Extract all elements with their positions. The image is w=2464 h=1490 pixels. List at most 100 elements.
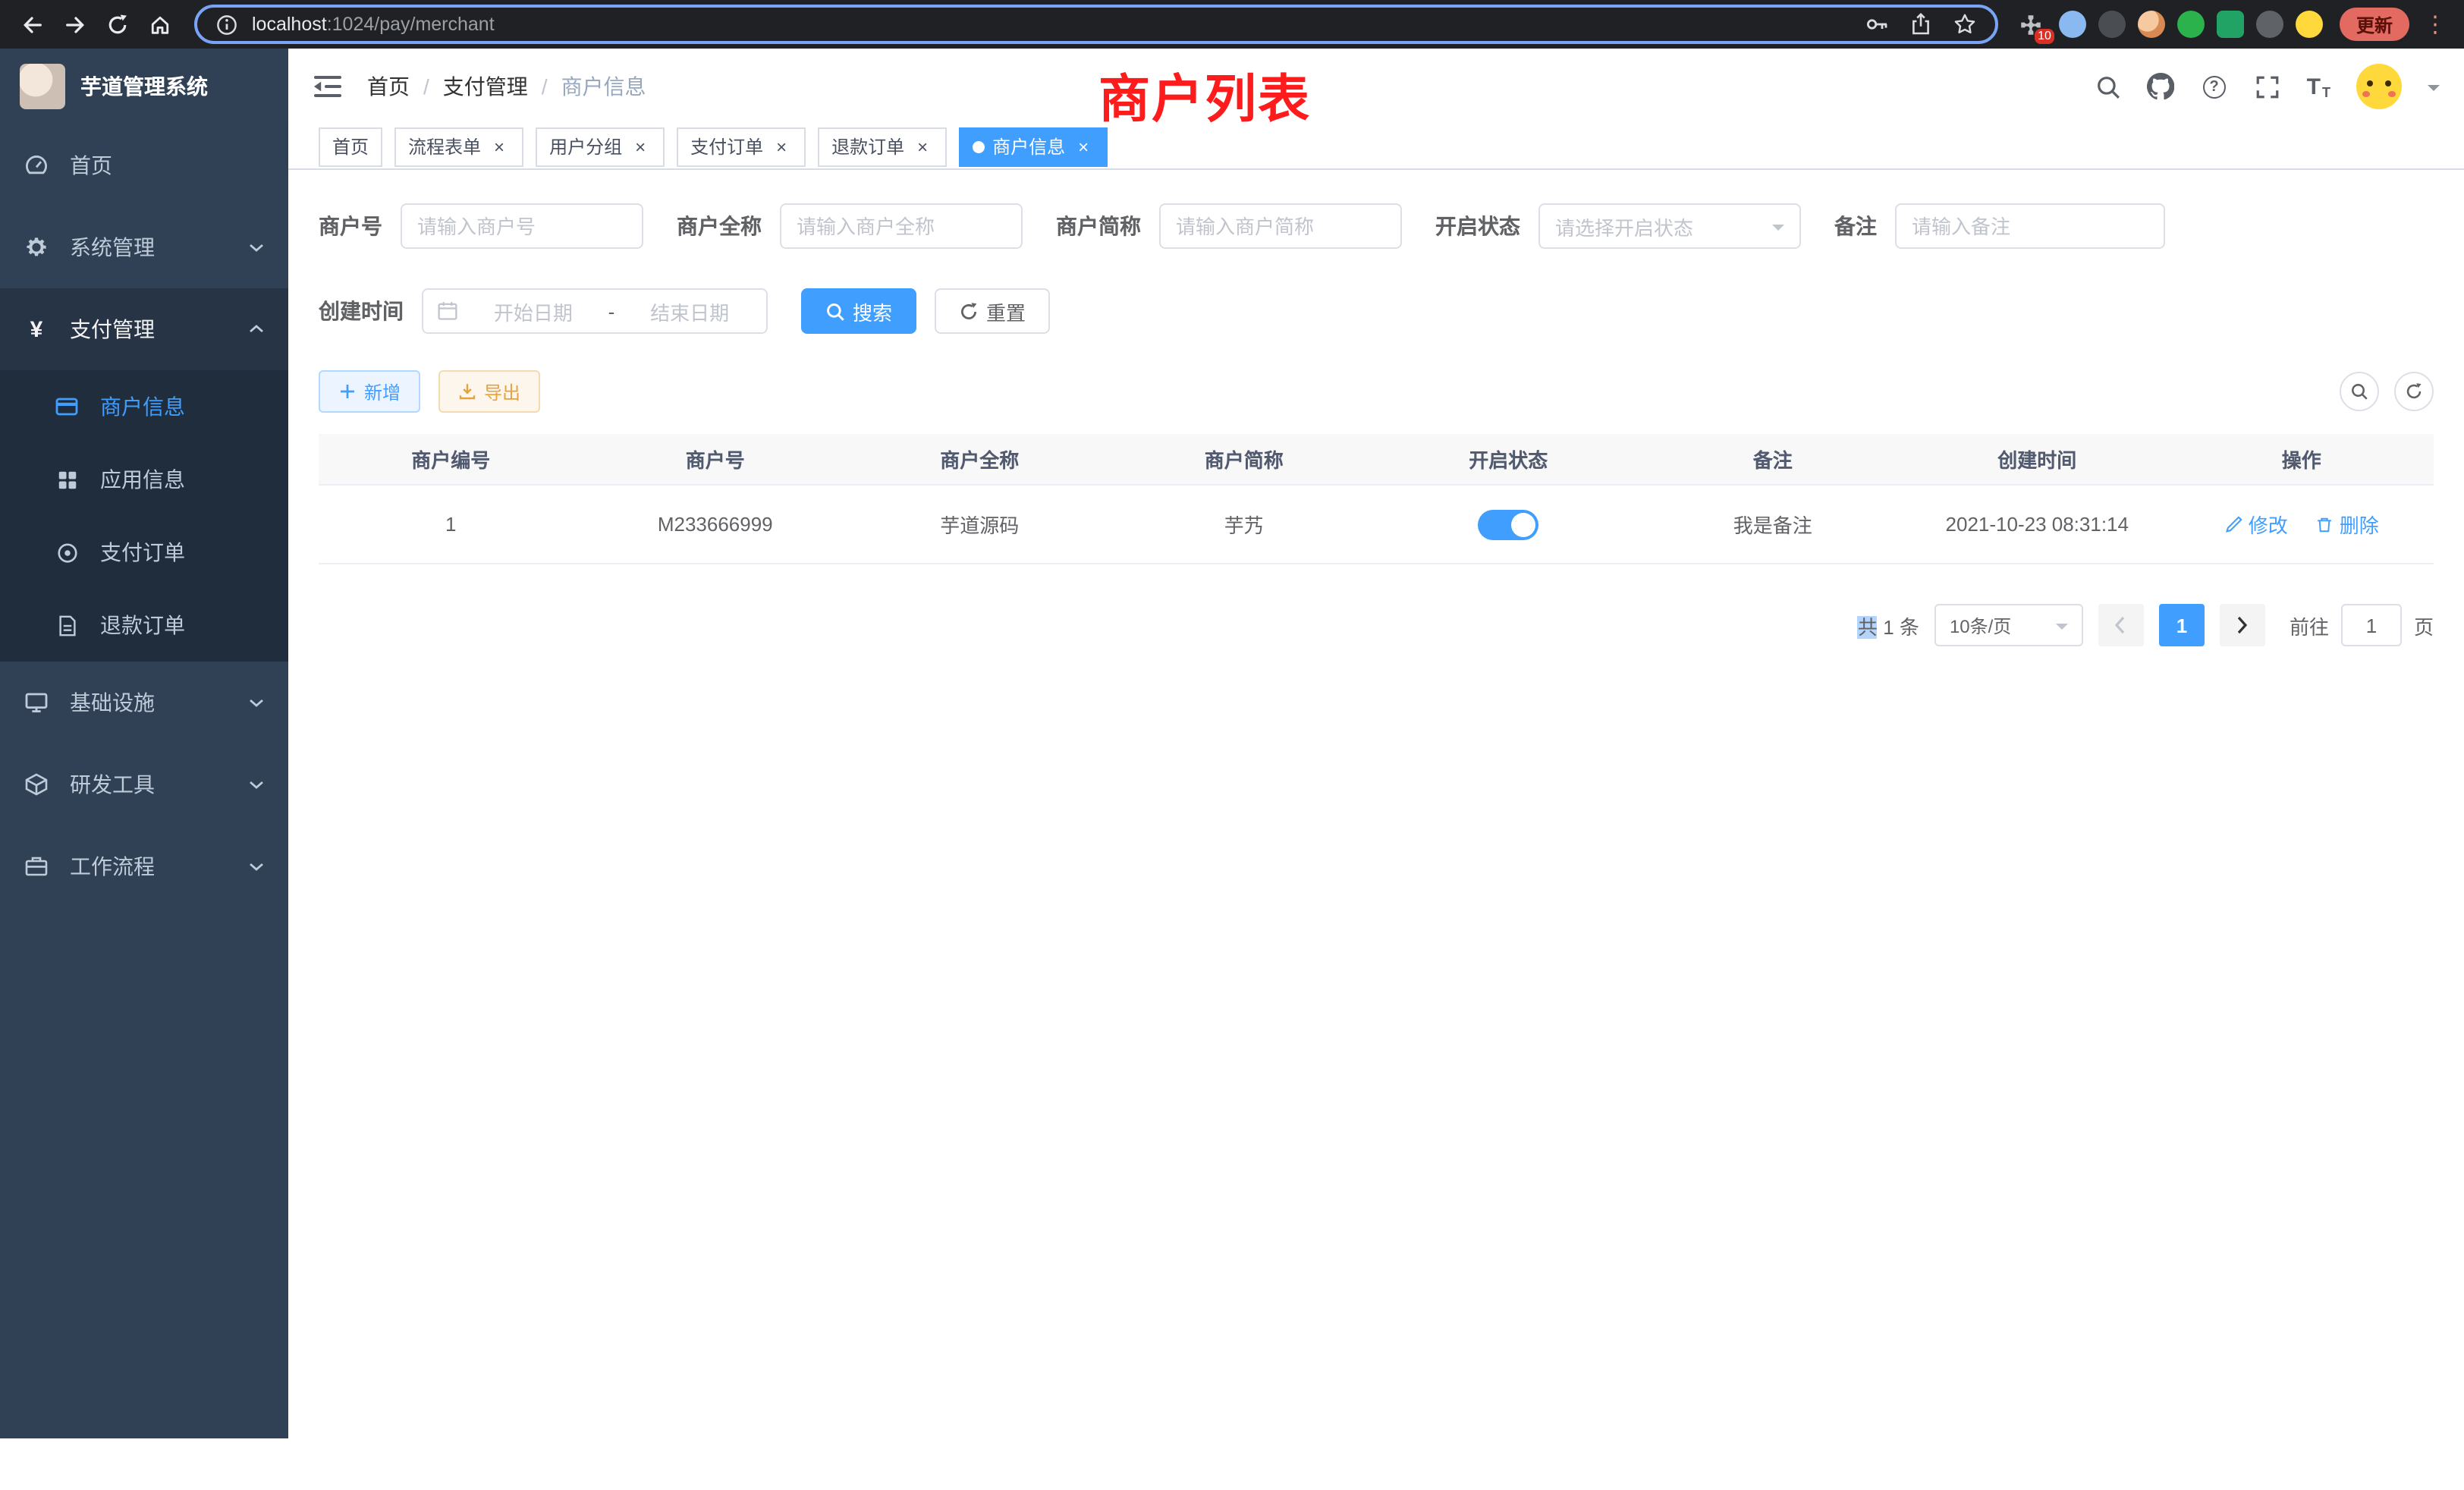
close-icon[interactable]: × xyxy=(630,136,651,157)
dashboard-icon xyxy=(24,153,49,178)
sidebar-item-label: 退款订单 xyxy=(100,610,185,640)
reset-button[interactable]: 重置 xyxy=(935,288,1050,334)
browser-back-button[interactable] xyxy=(12,5,52,44)
tab-user-group[interactable]: 用户分组× xyxy=(536,127,665,166)
filter-remark: 备注 xyxy=(1834,203,2165,249)
sidebar-item-workflow[interactable]: 工作流程 xyxy=(0,825,288,907)
hamburger-icon[interactable] xyxy=(313,71,343,102)
browser-forward-button[interactable] xyxy=(55,5,94,44)
full-name-input[interactable] xyxy=(780,203,1023,249)
delete-icon xyxy=(2315,515,2334,533)
page-size-select[interactable]: 10条/页 xyxy=(1934,604,2083,646)
avatar-caret-icon[interactable] xyxy=(2428,84,2440,96)
extension-icon-green-square[interactable] xyxy=(2217,11,2244,38)
logo[interactable]: 芋道管理系统 xyxy=(0,49,288,124)
sidebar-item-payment[interactable]: ¥ 支付管理 xyxy=(0,288,288,370)
font-size-icon[interactable]: TT xyxy=(2307,74,2330,99)
question-icon: ? xyxy=(2203,75,2226,98)
home-icon xyxy=(148,13,171,36)
goto-label: 前往 xyxy=(2290,611,2329,640)
sidebar-item-refund-order[interactable]: 退款订单 xyxy=(0,589,288,662)
avatar-cheek xyxy=(2362,91,2370,97)
github-icon[interactable] xyxy=(2148,73,2175,100)
extension-icon-emoji[interactable] xyxy=(2296,11,2323,38)
date-range-picker[interactable]: 开始日期 - 结束日期 xyxy=(422,288,768,334)
cell-short-name: 芋艿 xyxy=(1112,510,1377,539)
prev-page-button[interactable] xyxy=(2098,604,2144,646)
filter-full-name: 商户全称 xyxy=(677,203,1023,249)
status-toggle[interactable] xyxy=(1478,509,1538,539)
search-button[interactable]: 搜索 xyxy=(801,288,916,334)
sidebar-item-infrastructure[interactable]: 基础设施 xyxy=(0,662,288,743)
short-name-input[interactable] xyxy=(1159,203,1402,249)
column-header: 创建时间 xyxy=(1905,445,2170,473)
close-icon[interactable]: × xyxy=(771,136,792,157)
key-icon[interactable] xyxy=(1865,12,1889,36)
page-number-button[interactable]: 1 xyxy=(2159,604,2205,646)
select-placeholder: 请选择开启状态 xyxy=(1555,212,1693,240)
field-label: 创建时间 xyxy=(319,296,404,326)
delete-link[interactable]: 删除 xyxy=(2315,510,2379,539)
active-tab-dot xyxy=(973,140,985,152)
total-count: 1 xyxy=(1883,615,1894,638)
tab-home[interactable]: 首页 xyxy=(319,127,382,166)
extension-icon-knot[interactable] xyxy=(2256,11,2283,38)
extension-icon-dark-circle[interactable] xyxy=(2098,11,2126,38)
chevron-down-icon xyxy=(2056,623,2068,635)
star-icon[interactable] xyxy=(1953,12,1977,36)
address-bar[interactable]: localhost:1024/pay/merchant xyxy=(194,5,1998,44)
extension-icon-drop[interactable] xyxy=(2059,11,2086,38)
toggle-search-button[interactable] xyxy=(2340,372,2379,411)
help-icon[interactable]: ? xyxy=(2201,73,2228,100)
sidebar-item-devtools[interactable]: 研发工具 xyxy=(0,743,288,825)
merchant-no-input[interactable] xyxy=(401,203,643,249)
bottom-strip xyxy=(0,1438,2464,1490)
next-page-button[interactable] xyxy=(2220,604,2265,646)
refresh-table-button[interactable] xyxy=(2394,372,2434,411)
sidebar-item-merchant-info[interactable]: 商户信息 xyxy=(0,370,288,443)
avatar-cheek xyxy=(2388,91,2396,97)
browser-menu-icon[interactable]: ⋮ xyxy=(2422,11,2449,38)
url-path: :1024/pay/merchant xyxy=(327,14,495,35)
remark-input[interactable] xyxy=(1895,203,2165,249)
export-button[interactable]: 导出 xyxy=(438,370,540,413)
close-icon[interactable]: × xyxy=(1073,136,1094,157)
browser-update-button[interactable]: 更新 xyxy=(2340,8,2409,41)
sidebar-item-home[interactable]: 首页 xyxy=(0,124,288,206)
goto-page-input[interactable] xyxy=(2341,604,2402,646)
tab-merchant-info[interactable]: 商户信息× xyxy=(959,127,1108,166)
add-button[interactable]: 新增 xyxy=(319,370,420,413)
browser-toolbar: localhost:1024/pay/merchant 10 更新 ⋮ xyxy=(0,0,2464,49)
user-avatar[interactable] xyxy=(2356,64,2402,109)
sidebar-item-app-info[interactable]: 应用信息 xyxy=(0,443,288,516)
close-icon[interactable]: × xyxy=(489,136,510,157)
close-icon[interactable]: × xyxy=(912,136,933,157)
chevron-down-icon xyxy=(249,860,264,872)
share-icon[interactable] xyxy=(1909,12,1933,36)
extension-icon-green-circle[interactable] xyxy=(2177,11,2205,38)
extensions-button[interactable]: 10 xyxy=(2016,9,2047,39)
sidebar: 芋道管理系统 首页 系统管理 ¥ 支付管理 xyxy=(0,49,288,1438)
field-label: 备注 xyxy=(1834,211,1877,241)
table-row: 1 M233666999 芋道源码 芋艿 我是备注 2021-10-23 08:… xyxy=(319,486,2434,564)
breadcrumb-home[interactable]: 首页 xyxy=(367,71,410,102)
edit-link[interactable]: 修改 xyxy=(2224,510,2288,539)
search-icon xyxy=(2350,382,2368,401)
browser-home-button[interactable] xyxy=(140,5,179,44)
filter-merchant-no: 商户号 xyxy=(319,203,643,249)
tab-pay-order[interactable]: 支付订单× xyxy=(677,127,806,166)
status-select[interactable]: 请选择开启状态 xyxy=(1538,203,1801,249)
breadcrumb-payment[interactable]: 支付管理 xyxy=(443,71,528,102)
browser-reload-button[interactable] xyxy=(97,5,137,44)
filter-create-time: 创建时间 开始日期 - 结束日期 xyxy=(319,288,768,334)
sidebar-item-system[interactable]: 系统管理 xyxy=(0,206,288,288)
tab-refund-order[interactable]: 退款订单× xyxy=(818,127,947,166)
extension-icon-avatar[interactable] xyxy=(2138,11,2165,38)
sidebar-item-label: 基础设施 xyxy=(70,687,155,718)
merchant-table: 商户编号 商户号 商户全称 商户简称 开启状态 备注 创建时间 操作 1 M23… xyxy=(319,434,2434,564)
yen-icon: ¥ xyxy=(24,317,49,341)
fullscreen-icon[interactable] xyxy=(2254,73,2281,100)
search-icon[interactable] xyxy=(2095,73,2122,100)
sidebar-item-pay-order[interactable]: 支付订单 xyxy=(0,516,288,589)
tab-process-form[interactable]: 流程表单× xyxy=(394,127,523,166)
